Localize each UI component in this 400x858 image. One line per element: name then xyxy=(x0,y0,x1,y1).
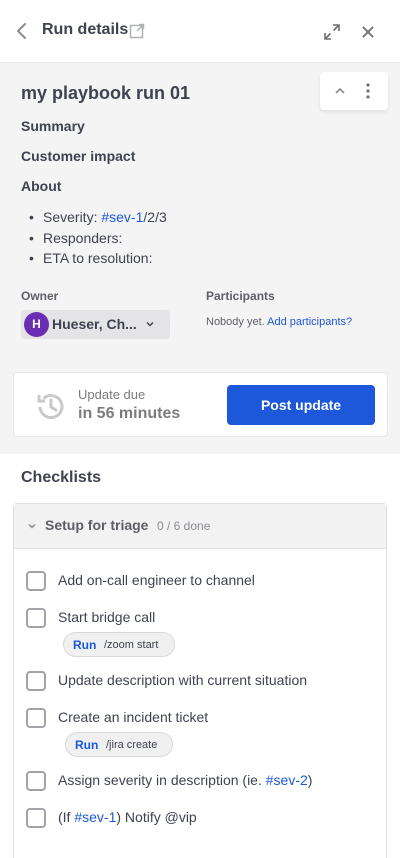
chevron-down-icon xyxy=(146,321,154,327)
expand-icon[interactable] xyxy=(323,23,341,41)
sev-1-link[interactable]: #sev-1 xyxy=(101,209,143,225)
item-text: Update description with current situatio… xyxy=(58,672,308,688)
title-actions xyxy=(320,72,388,110)
checklist-group: Setup for triage 0 / 6 done Add on-call … xyxy=(13,503,387,858)
sev-1-link[interactable]: #sev-1 xyxy=(74,809,116,825)
update-due-label: Update due xyxy=(78,387,146,402)
checklist-progress: 0 / 6 done xyxy=(157,519,211,533)
item-text: (If #sev-1) Notify @vip xyxy=(58,809,197,825)
participants-empty: Nobody yet. Add participants? xyxy=(206,316,353,328)
owner-selector[interactable]: H Hueser, Ch... xyxy=(21,310,170,339)
about-heading[interactable]: About xyxy=(21,178,61,194)
run-summary: my playbook run 01 Summary Customer impa… xyxy=(0,63,400,358)
responders-item: Responders: xyxy=(29,228,167,249)
checklist-group-header[interactable]: Setup for triage 0 / 6 done xyxy=(14,504,386,549)
avatar: H xyxy=(24,312,49,337)
close-icon[interactable] xyxy=(360,24,376,40)
customer-impact-heading[interactable]: Customer impact xyxy=(21,148,135,164)
update-card: Update due in 56 minutes Post update xyxy=(13,372,388,437)
participants-label: Participants xyxy=(206,289,275,303)
external-link-icon[interactable] xyxy=(129,23,145,39)
run-title: my playbook run 01 xyxy=(21,83,191,103)
chevron-down-icon xyxy=(28,523,36,529)
chevron-left-icon[interactable] xyxy=(14,21,30,41)
clock-icon xyxy=(37,394,64,420)
panel-title: Run details xyxy=(42,21,129,38)
owner-name: Hueser, Ch... xyxy=(52,316,137,332)
item-checkbox[interactable] xyxy=(26,671,46,691)
item-text: Add on-call engineer to channel xyxy=(58,572,255,588)
eta-item: ETA to resolution: xyxy=(29,248,167,269)
item-checkbox[interactable] xyxy=(26,708,46,728)
severity-item: Severity: #sev-1/2/3 xyxy=(29,207,167,228)
sev-2-link[interactable]: #sev-2 xyxy=(266,772,308,788)
update-due-value: in 56 minutes xyxy=(78,405,181,422)
owner-label: Owner xyxy=(21,289,59,303)
rhs-header: Run details xyxy=(0,0,400,63)
item-text: Start bridge call xyxy=(58,609,156,625)
summary-heading[interactable]: Summary xyxy=(21,118,85,134)
checklist-group-name: Setup for triage xyxy=(45,517,149,533)
slash-command-chip: Run /zoom start xyxy=(63,632,175,657)
post-update-button[interactable]: Post update xyxy=(227,385,375,425)
item-checkbox[interactable] xyxy=(26,808,46,828)
item-checkbox[interactable] xyxy=(26,608,46,628)
chevron-up-icon[interactable] xyxy=(332,83,348,99)
add-participants-link[interactable]: Add participants? xyxy=(267,316,352,328)
command-text: /jira create xyxy=(106,739,158,751)
run-command-button[interactable]: Run xyxy=(75,738,98,752)
kebab-menu-icon[interactable] xyxy=(360,82,376,100)
command-text: /zoom start xyxy=(104,639,159,651)
checklists-section: Checklists Setup for triage 0 / 6 done A… xyxy=(0,454,400,858)
item-checkbox[interactable] xyxy=(26,571,46,591)
item-checkbox[interactable] xyxy=(26,771,46,791)
about-list: Severity: #sev-1/2/3 Responders: ETA to … xyxy=(29,207,167,269)
slash-command-chip: Run /jira create xyxy=(65,732,173,757)
item-text: Assign severity in description (ie. #sev… xyxy=(58,772,313,788)
run-command-button[interactable]: Run xyxy=(73,638,96,652)
checklists-heading: Checklists xyxy=(21,469,102,486)
item-text: Create an incident ticket xyxy=(58,709,209,725)
